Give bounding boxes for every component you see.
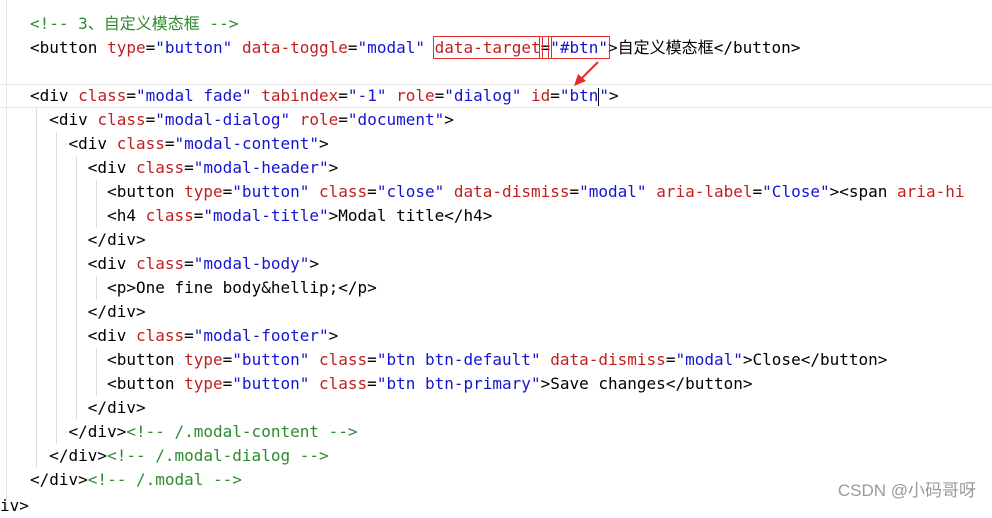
watermark: CSDN @小码哥呀 xyxy=(837,481,976,500)
annotation-arrow-icon xyxy=(574,61,599,86)
code-editor[interactable]: <!-- 3、自定义模态框 --> <button type="button" d… xyxy=(0,0,992,515)
